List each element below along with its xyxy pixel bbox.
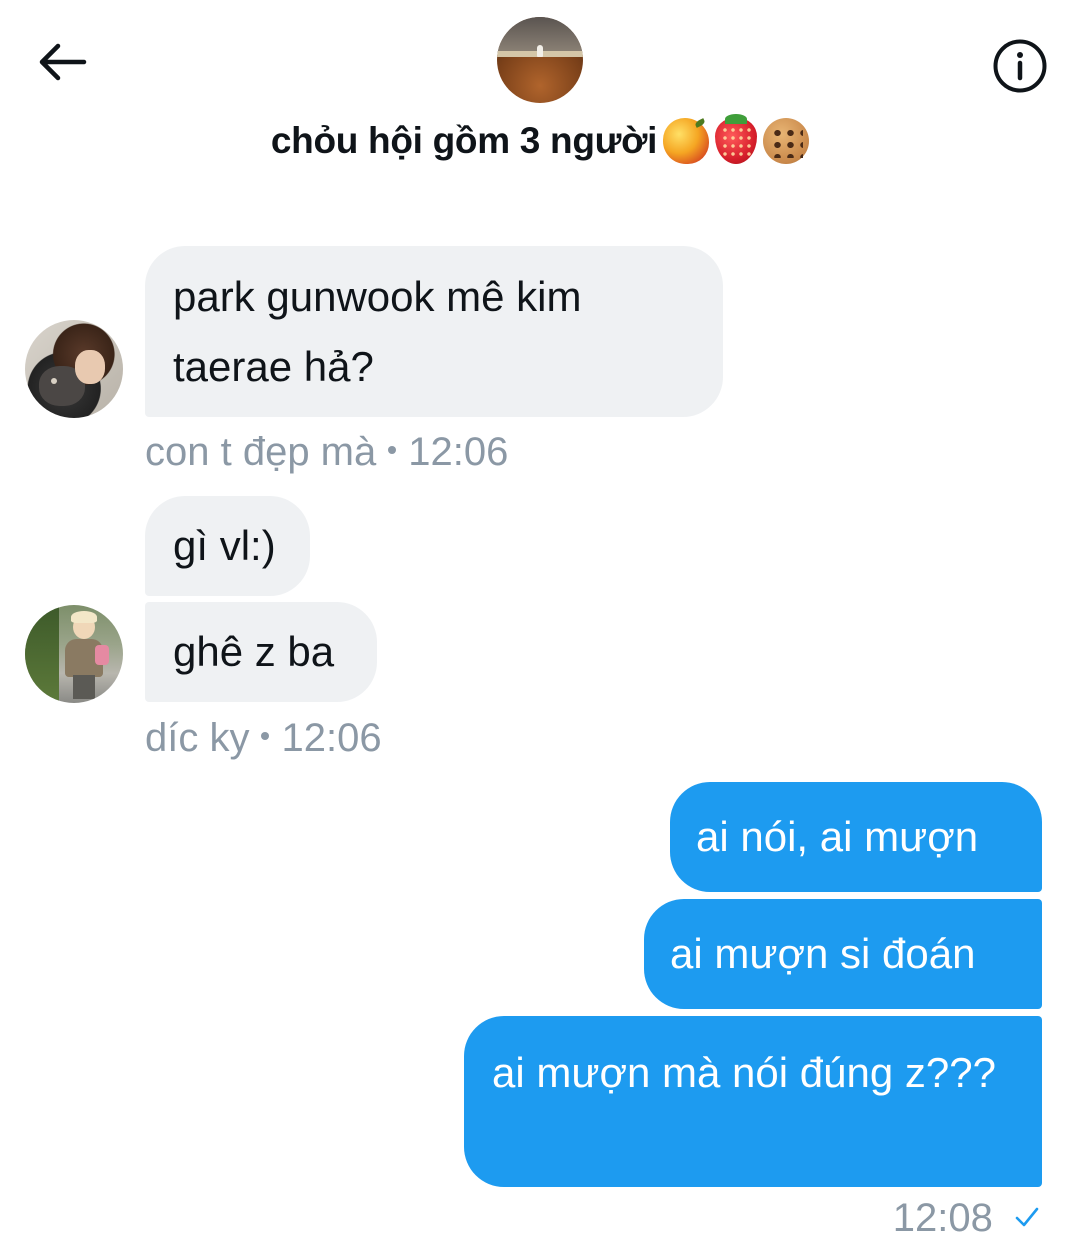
message-text: ghê z ba: [173, 628, 335, 675]
message-meta: con t đẹp mà 12:06: [145, 430, 508, 475]
message-meta: díc ky 12:06: [145, 716, 382, 761]
message-time: 12:08: [892, 1196, 993, 1240]
message-text: gì vl:): [173, 522, 276, 569]
outgoing-message-bubble[interactable]: ai mượn si đoán: [644, 899, 1042, 1009]
arrow-left-icon: [39, 43, 87, 81]
group-avatar[interactable]: [497, 17, 583, 103]
sender-avatar[interactable]: [25, 320, 123, 418]
strawberry-emoji-icon: [715, 114, 758, 164]
back-button[interactable]: [30, 34, 94, 90]
incoming-message-bubble[interactable]: ghê z ba: [145, 602, 377, 702]
sent-check-icon: [1015, 1208, 1039, 1227]
sender-avatar[interactable]: [25, 605, 123, 703]
message-text: ai mượn si đoán: [670, 930, 976, 977]
incoming-message-bubble[interactable]: gì vl:): [145, 496, 310, 596]
info-icon: [993, 39, 1047, 93]
incoming-message-bubble[interactable]: park gunwook mê kim taerae hả?: [145, 246, 723, 417]
cookie-emoji-icon: [763, 118, 810, 164]
message-time: 12:06: [281, 716, 382, 760]
message-time: 12:06: [408, 430, 509, 474]
message-meta: 12:08: [893, 1196, 1040, 1241]
sender-name: con t đẹp mà: [145, 430, 377, 474]
group-name-text: chỏu hội gồm 3 người: [270, 120, 658, 161]
separator-dot: [388, 446, 397, 455]
group-title[interactable]: chỏu hội gồm 3 người: [0, 114, 1080, 164]
message-text: ai nói, ai mượn: [696, 813, 979, 860]
mango-emoji-icon: [663, 118, 710, 164]
outgoing-message-bubble[interactable]: ai nói, ai mượn: [670, 782, 1042, 892]
sender-name: díc ky: [145, 716, 250, 760]
outgoing-message-bubble[interactable]: ai mượn mà nói đúng z???: [464, 1016, 1042, 1187]
group-emojis: [663, 114, 810, 164]
message-text: ai mượn mà nói đúng z???: [492, 1049, 996, 1096]
separator-dot: [261, 732, 270, 741]
message-text: park gunwook mê kim taerae hả?: [173, 273, 582, 390]
info-button[interactable]: [990, 36, 1050, 96]
